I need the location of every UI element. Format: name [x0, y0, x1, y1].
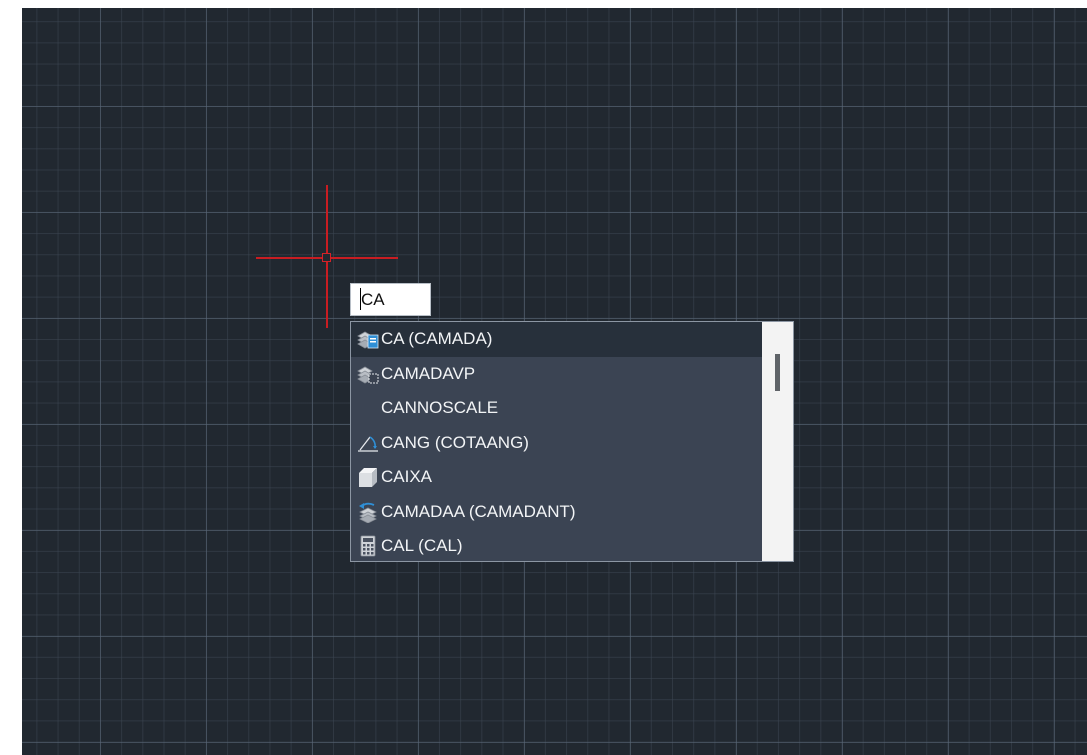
command-autocomplete-list[interactable]: CA (CAMADA) CAMADAVP CANNOSCALE CANG (CO… — [350, 321, 794, 562]
autocomplete-scrollbar[interactable] — [762, 322, 793, 561]
autocomplete-item-label: CANNOSCALE — [381, 398, 499, 418]
layer-properties-icon — [357, 328, 379, 350]
autocomplete-item-label: CAMADAVP — [381, 363, 476, 383]
autocomplete-item-camadavp[interactable]: CAMADAVP — [351, 357, 762, 392]
autocomplete-item-label: CA (CAMADA) — [381, 329, 493, 349]
autocomplete-item-label: CAL (CAL) — [381, 536, 463, 556]
angular-dimension-icon — [357, 432, 379, 454]
autocomplete-item-cotaang[interactable]: CANG (COTAANG) — [351, 426, 762, 461]
dynamic-command-input[interactable] — [350, 283, 431, 316]
autocomplete-item-label: CANG (COTAANG) — [381, 432, 529, 452]
box-solid-icon — [357, 466, 379, 488]
scrollbar-thumb[interactable] — [775, 354, 780, 391]
autocomplete-item-caixa[interactable]: CAIXA — [351, 460, 762, 495]
crosshair-pickbox — [322, 253, 331, 262]
autocomplete-item-label: CAIXA — [381, 467, 433, 487]
layer-previous-icon — [357, 501, 379, 524]
autocomplete-item-cannoscale[interactable]: CANNOSCALE — [351, 391, 762, 426]
text-caret — [360, 288, 361, 310]
autocomplete-items: CA (CAMADA) CAMADAVP CANNOSCALE CANG (CO… — [351, 322, 762, 561]
autocomplete-item-cal[interactable]: CAL (CAL) — [351, 529, 762, 561]
blank-icon — [357, 397, 379, 419]
autocomplete-item-camadant[interactable]: CAMADAA (CAMADANT) — [351, 495, 762, 530]
layer-viewport-icon — [357, 363, 379, 385]
calculator-icon — [357, 535, 379, 557]
autocomplete-item-label: CAMADAA (CAMADANT) — [381, 501, 576, 521]
autocomplete-item-camada[interactable]: CA (CAMADA) — [351, 322, 762, 357]
